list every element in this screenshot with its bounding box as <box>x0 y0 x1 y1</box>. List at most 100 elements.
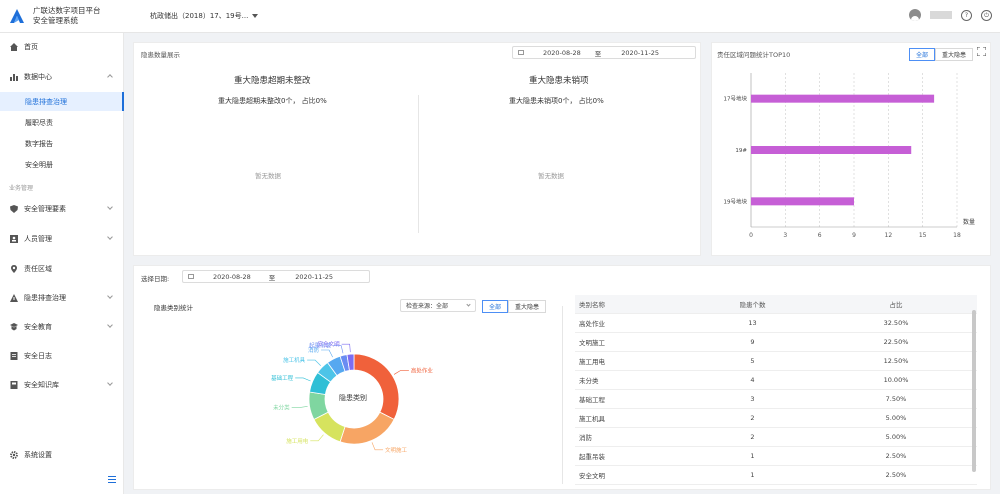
hazard-date-range[interactable]: 2020-08-28 至 2020-11-25 <box>512 46 696 59</box>
slice-label: 高处作业 <box>411 366 434 374</box>
slice-label: 文明施工 <box>385 446 408 454</box>
table-row: 未分类 4 10.00% <box>575 371 977 390</box>
slice-label: 施工机具 <box>283 356 306 364</box>
cell-pct: 7.50% <box>885 395 907 403</box>
sidebar-subitem-register[interactable]: 安全明册 <box>0 155 124 174</box>
top10-filter-toggle: 全部 重大隐患 <box>909 48 974 61</box>
table-row: 施工机具 2 5.00% <box>575 409 977 428</box>
top10-title: 责任区域问题统计TOP10 <box>717 51 791 59</box>
x-tick-label: 6 <box>818 232 822 239</box>
username-redacted[interactable] <box>930 11 952 19</box>
app-logo-icon <box>10 9 24 23</box>
cell-name: 消防 <box>579 434 592 442</box>
avatar[interactable] <box>909 9 921 21</box>
label-leader-line <box>371 442 384 451</box>
sidebar-item-settings[interactable]: 系统设置 <box>0 444 124 466</box>
slice-label: 安全文明 <box>318 340 341 348</box>
cell-pct: 2.50% <box>885 452 907 460</box>
slice-label: 施工用电 <box>286 437 309 445</box>
cell-count: 4 <box>750 376 755 384</box>
table-row: 消防 2 5.00% <box>575 428 977 447</box>
help-icon[interactable]: ? <box>961 9 972 21</box>
zone-top10-card: 责任区域问题统计TOP10 全部 重大隐患 0 3 6 9 12 15 18 17号地块 19#… <box>711 42 991 256</box>
document-icon <box>10 352 18 360</box>
sidebar-item-label: 系统设置 <box>24 451 52 459</box>
x-tick-label: 9 <box>852 232 856 239</box>
app-title: 广联达数字项目平台 安全管理系统 <box>33 6 101 26</box>
hazard-card-title: 隐患数量展示 <box>141 51 180 59</box>
sidebar-item-zone[interactable]: 责任区域 <box>0 258 124 280</box>
sidebar-item-data-center[interactable]: 数据中心 <box>0 66 124 88</box>
app-title-line2: 安全管理系统 <box>33 16 78 25</box>
table-row: 起重吊装 1 2.50% <box>575 447 977 466</box>
date-separator: 至 <box>268 273 276 282</box>
top10-all-button[interactable]: 全部 <box>909 48 936 61</box>
col-header-count: 隐患个数 <box>739 301 766 309</box>
cell-count: 2 <box>750 414 755 422</box>
sidebar-subitem-report[interactable]: 数字报告 <box>0 134 124 153</box>
slice-label: 未分类 <box>273 404 290 412</box>
category-table: 类别名称 隐患个数 占比 高处作业 13 32.50% 文明施工 9 22.50% 施工用电… <box>575 295 977 485</box>
fullscreen-icon[interactable] <box>977 47 986 56</box>
no-data-right: 暂无数据 <box>538 172 564 180</box>
cell-count: 5 <box>750 357 755 365</box>
cell-name: 起重吊装 <box>579 453 605 461</box>
no-data-left: 暂无数据 <box>255 172 281 180</box>
x-tick-label: 0 <box>749 232 753 239</box>
cell-count: 1 <box>750 471 755 479</box>
label-leader-line <box>291 406 308 408</box>
top10-major-button[interactable]: 重大隐患 <box>935 48 974 61</box>
sidebar-item-label: 安全知识库 <box>24 381 59 389</box>
x-tick-label: 3 <box>783 232 787 239</box>
sidebar-item-hazard[interactable]: 隐患排查治理 <box>0 287 124 309</box>
category-all-button[interactable]: 全部 <box>482 300 509 313</box>
sidebar-item-log[interactable]: 安全日志 <box>0 345 124 367</box>
label-leader-line <box>310 434 324 442</box>
gear-icon <box>10 451 18 459</box>
chevron-down-icon <box>466 302 471 307</box>
table-scrollbar[interactable] <box>972 310 976 472</box>
x-tick-label: 18 <box>953 232 961 239</box>
sidebar-item-label: 人员管理 <box>24 235 52 243</box>
table-row: 施工用电 5 12.50% <box>575 352 977 371</box>
cell-pct: 10.00% <box>883 376 909 384</box>
cell-count: 9 <box>750 338 755 346</box>
sidebar-group-label: 业务管理 <box>9 185 34 192</box>
unclosed-title: 重大隐患未销项 <box>529 76 589 86</box>
cell-count: 1 <box>750 452 755 460</box>
category-filter-toggle: 全部 重大隐患 <box>482 300 547 313</box>
project-select[interactable]: 杭政储出（2018）17、19号... <box>150 11 259 21</box>
sidebar-subitem-duty[interactable]: 履职尽责 <box>0 113 124 132</box>
sidebar-item-education[interactable]: 安全教育 <box>0 316 124 338</box>
sidebar-item-knowledge[interactable]: 安全知识库 <box>0 374 124 396</box>
category-date-range[interactable]: 2020-08-28 至 2020-11-25 <box>182 270 370 283</box>
top-bar: 广联达数字项目平台 安全管理系统 杭政储出（2018）17、19号... ? ⏻ <box>0 0 1000 33</box>
date-to: 2020-11-25 <box>295 272 334 281</box>
sidebar-item-label: 安全管理要素 <box>24 205 66 213</box>
education-icon <box>10 323 18 331</box>
cell-count: 2 <box>750 433 755 441</box>
label-leader-line <box>393 369 409 375</box>
divider <box>562 306 563 484</box>
logout-icon[interactable]: ⏻ <box>981 9 992 21</box>
chevron-up-icon <box>107 74 113 80</box>
sidebar-item-label: 首页 <box>24 43 38 51</box>
sidebar-item-label: 责任区域 <box>24 265 52 273</box>
cell-pct: 32.50% <box>883 319 909 327</box>
project-name: 杭政储出（2018）17、19号... <box>150 12 249 20</box>
category-major-button[interactable]: 重大隐患 <box>508 300 547 313</box>
home-icon <box>10 43 18 51</box>
y-category-label: 19号地块 <box>724 197 748 205</box>
sidebar-item-safety-elements[interactable]: 安全管理要素 <box>0 198 124 220</box>
cell-name: 未分类 <box>579 377 599 385</box>
sidebar-item-personnel[interactable]: 人员管理 <box>0 228 124 250</box>
x-tick-label: 12 <box>885 232 893 239</box>
source-select[interactable]: 检查来源：全部 <box>400 299 476 312</box>
sidebar-item-home[interactable]: 首页 <box>0 36 124 58</box>
menu-collapse-icon[interactable] <box>108 476 116 483</box>
sidebar-subitem-hazard[interactable]: 隐患排查治理 <box>0 92 124 111</box>
divider <box>418 95 419 233</box>
table-row: 高处作业 13 32.50% <box>575 314 977 333</box>
overdue-summary: 重大隐患超期未整改0个， 占比0% <box>218 97 327 105</box>
overdue-title: 重大隐患超期未整改 <box>234 76 311 86</box>
